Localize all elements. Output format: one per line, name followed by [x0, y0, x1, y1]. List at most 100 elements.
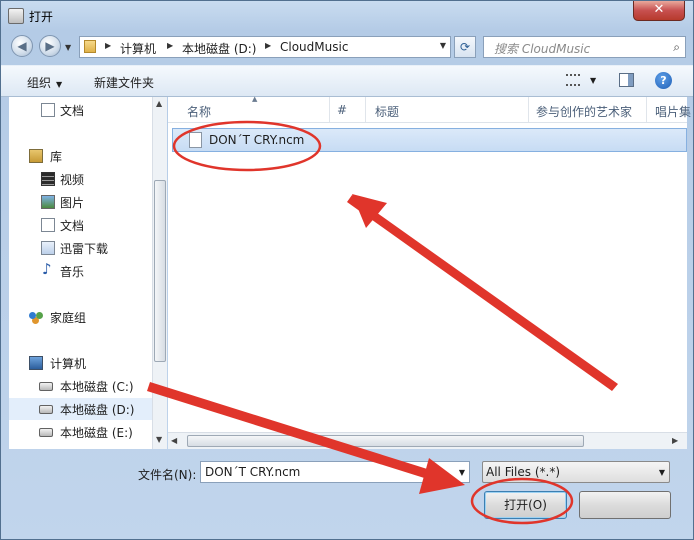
chevron-down-icon: ▼ — [658, 468, 665, 477]
sidebar-item-libraries[interactable]: 库 — [9, 145, 152, 167]
sidebar-item-label: 文档 — [60, 104, 85, 118]
column-divider[interactable] — [329, 97, 330, 122]
organize-label: 组织 — [27, 76, 52, 90]
disk-icon — [39, 405, 53, 414]
file-list-pane: ▲ 名称 # 标题 参与创作的艺术家 唱片集 DON´T CRY.ncm — [168, 95, 691, 449]
sidebar-item-drive-e[interactable]: 本地磁盘 (E:) — [9, 421, 152, 443]
library-icon — [29, 149, 43, 163]
chevron-right-icon[interactable]: ▶ — [265, 41, 271, 50]
scroll-right-icon[interactable]: ▶ — [672, 436, 678, 445]
music-icon — [41, 260, 55, 278]
document-icon — [41, 218, 55, 232]
sidebar-item-drive-c[interactable]: 本地磁盘 (C:) — [9, 375, 152, 397]
sidebar-item-label: 本地磁盘 (D:) — [60, 403, 135, 417]
navigation-bar: ◀ ▶ ▼ ▶ 计算机 ▶ 本地磁盘 (D:) ▶ CloudMusic ▼ ⟳… — [1, 33, 693, 61]
sidebar-item-label: 视频 — [60, 173, 85, 187]
close-button[interactable]: ✕ — [633, 1, 685, 21]
disk-icon — [39, 382, 53, 391]
breadcrumb-cloudmusic[interactable]: CloudMusic — [280, 40, 348, 54]
cancel-button[interactable] — [579, 491, 671, 519]
column-header-row: ▲ 名称 # 标题 参与创作的艺术家 唱片集 — [168, 95, 691, 123]
file-row-selected[interactable]: DON´T CRY.ncm — [172, 128, 687, 152]
address-bar[interactable]: ▶ 计算机 ▶ 本地磁盘 (D:) ▶ CloudMusic ▼ — [79, 36, 451, 58]
chevron-down-icon: ▼ — [56, 80, 63, 89]
filename-value: DON´T CRY.ncm — [205, 465, 301, 479]
dialog-footer: 文件名(N): DON´T CRY.ncm ▼ All Files (*.*) … — [1, 453, 693, 539]
filename-label: 文件名(N): — [138, 468, 197, 482]
scroll-left-icon[interactable]: ◀ — [171, 436, 177, 445]
help-icon[interactable]: ? — [655, 72, 672, 89]
file-icon — [189, 132, 202, 148]
scroll-down-icon[interactable]: ▼ — [156, 435, 162, 444]
sidebar-item-drive-d[interactable]: 本地磁盘 (D:) — [9, 398, 152, 420]
sidebar-item-homegroup[interactable]: 家庭组 — [9, 306, 152, 328]
sidebar-item-label: 本地磁盘 (C:) — [60, 380, 134, 394]
navigation-pane: 文档 库 视频 图片 文档 迅雷下载 音乐 家庭组 计算机 本地磁盘 (C:) … — [9, 97, 152, 449]
sidebar-item-pictures[interactable]: 图片 — [9, 191, 152, 213]
file-type-value: All Files (*.*) — [486, 465, 561, 479]
file-type-select[interactable]: All Files (*.*) ▼ — [482, 461, 670, 483]
recent-pages-dropdown[interactable]: ▼ — [65, 43, 71, 52]
refresh-button[interactable]: ⟳ — [454, 36, 476, 58]
column-divider[interactable] — [528, 97, 529, 122]
sidebar-item-label: 本地磁盘 (E:) — [60, 426, 133, 440]
computer-icon — [29, 356, 43, 370]
column-header-name[interactable]: 名称 — [187, 103, 211, 120]
breadcrumb-drive-d[interactable]: 本地磁盘 (D:) — [182, 40, 256, 57]
search-input[interactable]: 搜索 CloudMusic ⌕ — [483, 36, 686, 58]
refresh-icon: ⟳ — [459, 40, 471, 54]
search-placeholder: 搜索 CloudMusic — [494, 42, 591, 56]
column-divider[interactable] — [646, 97, 647, 122]
breadcrumb-computer[interactable]: 计算机 — [120, 40, 156, 57]
column-header-title[interactable]: 标题 — [375, 103, 399, 120]
sidebar-item-label: 音乐 — [60, 265, 85, 279]
command-toolbar: 组织 ▼ 新建文件夹 ▼ ? — [1, 65, 693, 97]
change-view-icon[interactable] — [566, 74, 580, 86]
sort-ascending-icon: ▲ — [252, 95, 258, 103]
open-button[interactable]: 打开(O) — [484, 491, 567, 519]
chevron-down-icon[interactable]: ▼ — [459, 468, 465, 477]
file-name: DON´T CRY.ncm — [209, 133, 305, 147]
sidebar-item-computer[interactable]: 计算机 — [9, 352, 152, 374]
scrollbar-thumb[interactable] — [187, 435, 584, 447]
video-icon — [41, 172, 55, 186]
sidebar-item-label: 文档 — [60, 219, 85, 233]
view-options-dropdown[interactable]: ▼ — [590, 76, 596, 85]
sidebar-item-videos[interactable]: 视频 — [9, 168, 152, 190]
dialog-title: 打开 — [29, 10, 54, 24]
dialog-icon — [8, 8, 24, 24]
preview-pane-icon[interactable] — [619, 73, 634, 87]
scroll-up-icon[interactable]: ▲ — [156, 99, 162, 108]
sidebar-item-label: 图片 — [60, 196, 85, 210]
organize-menu[interactable]: 组织 ▼ — [27, 74, 62, 91]
download-folder-icon — [41, 241, 55, 255]
column-divider[interactable] — [365, 97, 366, 122]
search-icon: ⌕ — [673, 40, 680, 54]
column-header-track-number[interactable]: # — [337, 103, 347, 117]
forward-arrow-icon: ▶ — [45, 39, 55, 53]
scrollbar-thumb[interactable] — [154, 180, 166, 362]
filename-input[interactable]: DON´T CRY.ncm ▼ — [200, 461, 470, 483]
homegroup-icon — [29, 310, 43, 324]
new-folder-button[interactable]: 新建文件夹 — [94, 74, 154, 91]
column-header-contributing-artists[interactable]: 参与创作的艺术家 — [536, 103, 632, 120]
sidebar-item-thunder-downloads[interactable]: 迅雷下载 — [9, 237, 152, 259]
file-list-horizontal-scrollbar[interactable]: ◀ ▶ — [168, 432, 687, 449]
sidebar-item-documents-library[interactable]: 文档 — [9, 214, 152, 236]
chevron-right-icon[interactable]: ▶ — [105, 41, 111, 50]
forward-button[interactable]: ▶ — [39, 35, 61, 57]
disk-icon — [39, 428, 53, 437]
sidebar-item-documents[interactable]: 文档 — [9, 99, 152, 121]
document-icon — [41, 103, 55, 117]
sidebar-item-label: 计算机 — [50, 357, 87, 371]
sidebar-item-label: 库 — [50, 150, 63, 164]
navigation-pane-scrollbar[interactable]: ▲ ▼ — [152, 97, 167, 449]
back-arrow-icon: ◀ — [17, 39, 27, 53]
back-button[interactable]: ◀ — [11, 35, 33, 57]
column-header-album[interactable]: 唱片集 — [655, 103, 691, 120]
folder-icon — [84, 40, 96, 53]
sidebar-item-music[interactable]: 音乐 — [9, 260, 152, 282]
sidebar-item-label: 家庭组 — [50, 311, 87, 325]
address-history-dropdown[interactable]: ▼ — [440, 41, 446, 50]
chevron-right-icon[interactable]: ▶ — [167, 41, 173, 50]
